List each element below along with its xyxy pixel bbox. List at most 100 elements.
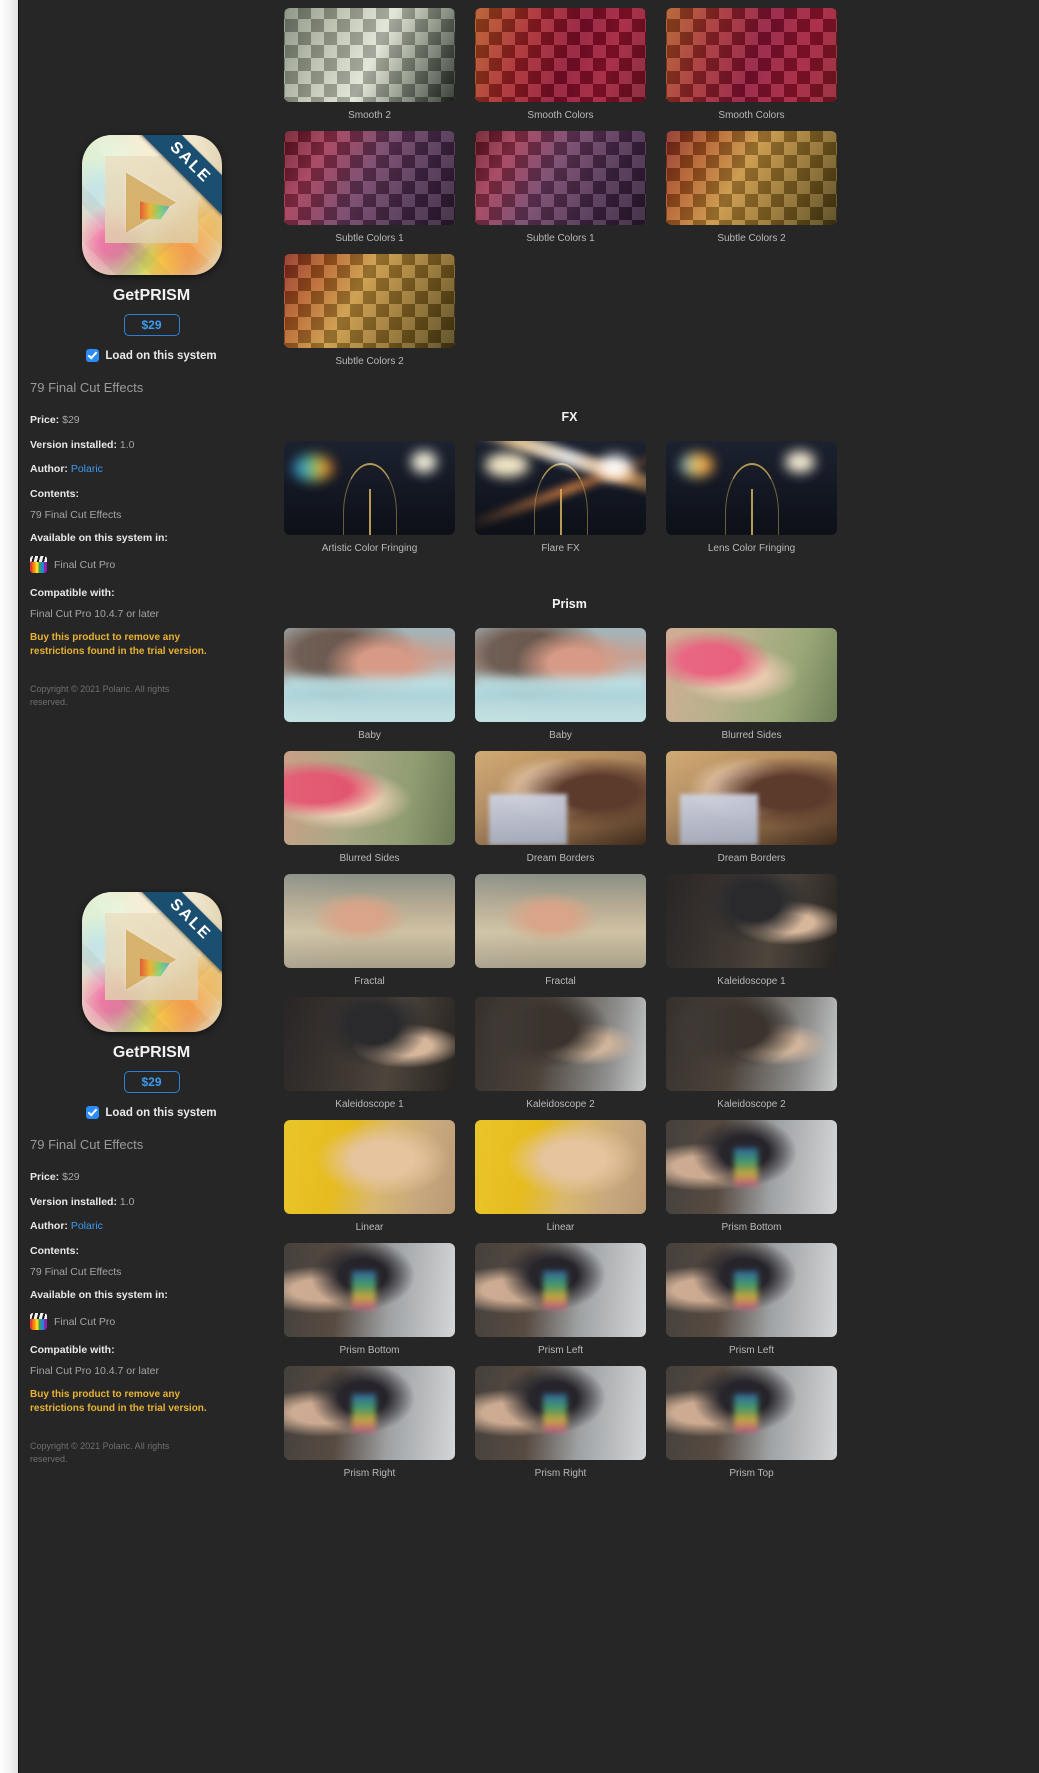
copyright-text: Copyright © 2021 Polaric. All rights res… <box>30 1440 170 1464</box>
effects-count: 79 Final Cut Effects <box>30 1137 144 1152</box>
effect-thumbnail[interactable] <box>475 1243 646 1337</box>
effect-cell[interactable]: Blurred Sides <box>666 628 837 741</box>
effect-thumbnail[interactable] <box>284 628 455 722</box>
load-checkbox[interactable] <box>86 1106 100 1119</box>
lamp-post <box>368 489 371 535</box>
meta-compatible-key: Compatible with: <box>30 587 115 600</box>
price-button[interactable]: $29 <box>123 314 180 336</box>
effect-thumbnail[interactable] <box>666 8 837 102</box>
effect-thumbnail[interactable] <box>666 628 837 722</box>
effect-cell[interactable]: Lens Color Fringing <box>666 441 837 554</box>
effect-thumbnail[interactable] <box>475 441 646 535</box>
meta-contents-key: Contents: <box>30 487 79 500</box>
effect-cell[interactable]: Subtle Colors 2 <box>666 131 837 244</box>
play-icon <box>125 929 176 990</box>
effect-cell[interactable]: Kaleidoscope 1 <box>284 997 455 1110</box>
effect-thumbnail[interactable] <box>284 997 455 1091</box>
available-app-row: Final Cut Pro <box>30 1313 284 1331</box>
effect-cell[interactable]: Prism Bottom <box>284 1243 455 1356</box>
effect-thumbnail[interactable] <box>475 1120 646 1214</box>
photo-preview <box>475 1243 646 1337</box>
effect-cell[interactable]: Prism Bottom <box>666 1120 837 1233</box>
effect-cell[interactable]: Linear <box>284 1120 455 1233</box>
effect-cell[interactable]: Fractal <box>284 874 455 987</box>
effect-cell[interactable]: Kaleidoscope 1 <box>666 874 837 987</box>
effect-thumbnail[interactable] <box>475 874 646 968</box>
effect-thumbnail[interactable] <box>666 441 837 535</box>
load-on-system-row[interactable]: Load on this system <box>19 349 284 362</box>
product-icon[interactable]: SALE <box>81 135 222 275</box>
load-on-system-row[interactable]: Load on this system <box>19 1106 284 1119</box>
meta-author-link[interactable]: Polaric <box>71 463 103 475</box>
effect-thumbnail[interactable] <box>284 1120 455 1214</box>
effect-cell[interactable]: Dream Borders <box>666 751 837 864</box>
effect-cell[interactable]: Smooth Colors <box>475 8 646 121</box>
effect-label: Subtle Colors 1 <box>526 233 595 244</box>
load-checkbox[interactable] <box>86 349 100 362</box>
final-cut-pro-icon <box>30 1313 47 1331</box>
effect-thumbnail[interactable] <box>666 1120 837 1214</box>
meta-compatible-key: Compatible with: <box>30 1344 115 1357</box>
photo-preview <box>666 628 837 722</box>
effect-thumbnail[interactable] <box>284 874 455 968</box>
effect-cell[interactable]: Smooth 2 <box>284 8 455 121</box>
meta-author-link[interactable]: Polaric <box>71 1220 103 1232</box>
effect-label: Linear <box>546 1222 575 1233</box>
effect-thumbnail[interactable] <box>666 1243 837 1337</box>
effect-cell[interactable]: Flare FX <box>475 441 646 554</box>
meta-author-key: Author: <box>30 1220 68 1233</box>
effect-cell[interactable]: Kaleidoscope 2 <box>475 997 646 1110</box>
meta-price: Price: $29 <box>30 414 284 428</box>
effect-thumbnail[interactable] <box>666 997 837 1091</box>
effect-cell[interactable]: Prism Top <box>666 1366 837 1479</box>
effect-thumbnail[interactable] <box>284 8 455 102</box>
effect-cell[interactable]: Subtle Colors 1 <box>284 131 455 244</box>
effect-cell[interactable]: Prism Right <box>475 1366 646 1479</box>
trial-warning: Buy this product to remove any restricti… <box>30 1388 207 1415</box>
effect-thumbnail[interactable] <box>475 751 646 845</box>
effect-cell[interactable]: Blurred Sides <box>284 751 455 864</box>
photo-preview <box>666 1120 837 1214</box>
effect-thumbnail[interactable] <box>284 441 455 535</box>
effect-thumbnail[interactable] <box>284 1243 455 1337</box>
available-app-row: Final Cut Pro <box>30 556 284 574</box>
effect-label: Lens Color Fringing <box>707 543 796 554</box>
effects-preview-area[interactable]: Smooth 2 Smooth Colors Smooth Colors Subtle… <box>284 0 1039 1773</box>
lamp-light-glow <box>485 453 529 477</box>
effect-cell[interactable]: Linear <box>475 1120 646 1233</box>
effect-cell[interactable]: Prism Left <box>475 1243 646 1356</box>
photo-preview <box>475 628 646 722</box>
effect-label: Smooth Colors <box>718 110 785 121</box>
photo-preview <box>666 1366 837 1460</box>
effect-thumbnail[interactable] <box>284 131 455 225</box>
effect-cell[interactable]: Smooth Colors <box>666 8 837 121</box>
effect-thumbnail[interactable] <box>475 8 646 102</box>
effect-cell[interactable]: Prism Right <box>284 1366 455 1479</box>
effect-cell[interactable]: Subtle Colors 2 <box>284 254 455 367</box>
meta-author: Author: Polaric <box>30 463 284 477</box>
effect-thumbnail[interactable] <box>284 254 455 348</box>
effect-thumbnail[interactable] <box>666 131 837 225</box>
effect-label: Dream Borders <box>717 853 786 864</box>
effect-cell[interactable]: Artistic Color Fringing <box>284 441 455 554</box>
effect-thumbnail[interactable] <box>666 1366 837 1460</box>
effect-thumbnail[interactable] <box>284 751 455 845</box>
effect-thumbnail[interactable] <box>284 1366 455 1460</box>
meta-available-key: Available on this system in: <box>30 1288 168 1301</box>
product-icon[interactable]: SALE <box>81 892 222 1032</box>
price-button[interactable]: $29 <box>123 1071 180 1093</box>
effect-cell[interactable]: Subtle Colors 1 <box>475 131 646 244</box>
effect-cell[interactable]: Fractal <box>475 874 646 987</box>
effect-thumbnail[interactable] <box>475 997 646 1091</box>
effect-cell[interactable]: Baby <box>284 628 455 741</box>
effect-cell[interactable]: Dream Borders <box>475 751 646 864</box>
effect-thumbnail[interactable] <box>666 874 837 968</box>
effect-thumbnail[interactable] <box>666 751 837 845</box>
effect-thumbnail[interactable] <box>475 131 646 225</box>
effect-thumbnail[interactable] <box>475 1366 646 1460</box>
effect-cell[interactable]: Baby <box>475 628 646 741</box>
effect-cell[interactable]: Kaleidoscope 2 <box>666 997 837 1110</box>
effect-label: Subtle Colors 2 <box>717 233 786 244</box>
effect-cell[interactable]: Prism Left <box>666 1243 837 1356</box>
effect-thumbnail[interactable] <box>475 628 646 722</box>
